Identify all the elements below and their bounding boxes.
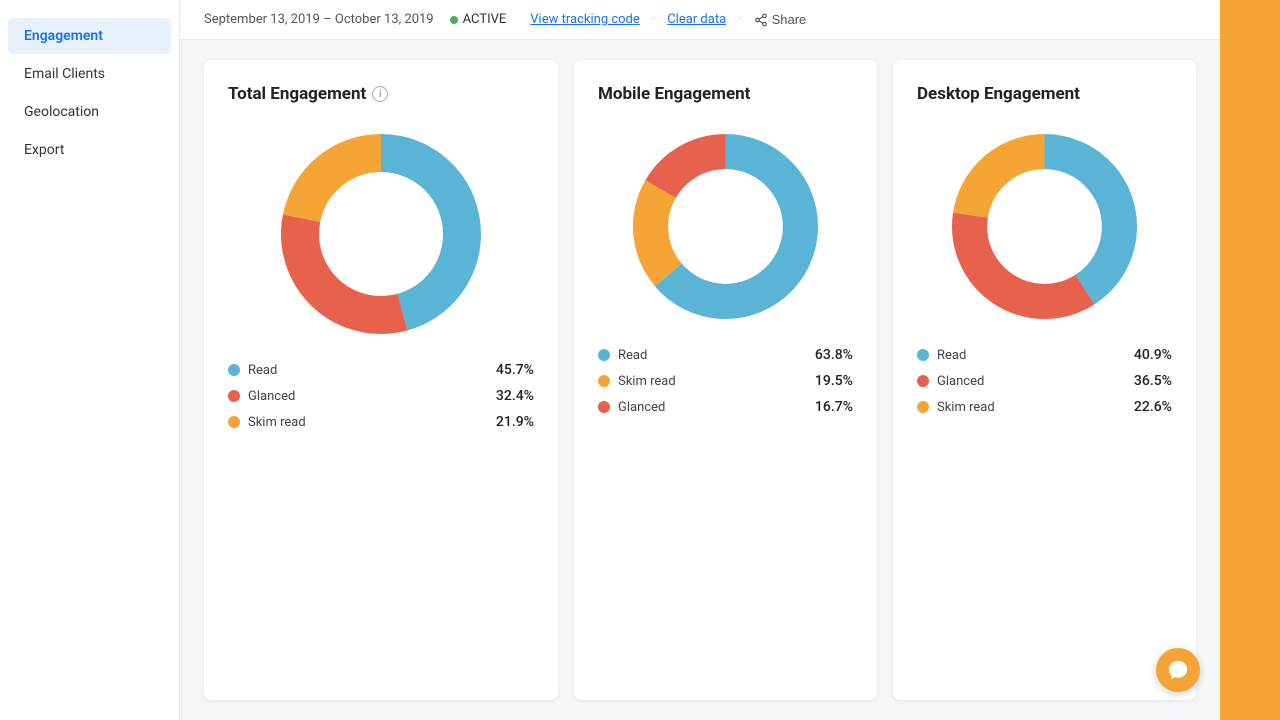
desktop-skim-dot (917, 401, 929, 413)
mobile-skim-dot (598, 375, 610, 387)
desktop-glanced-dot (917, 375, 929, 387)
mobile-legend-item-read: Read 63.8% (598, 347, 853, 363)
mobile-legend-item-glanced: Glanced 16.7% (598, 399, 853, 415)
desktop-donut-chart (952, 134, 1137, 319)
sidebar-item-engagement[interactable]: Engagement (8, 18, 171, 54)
mobile-glanced-dot (598, 401, 610, 413)
header-bar: September 13, 2019 – October 13, 2019 AC… (180, 0, 1220, 40)
date-range: September 13, 2019 – October 13, 2019 (204, 12, 434, 27)
total-engagement-title: Total Engagement i (228, 84, 388, 104)
desktop-read-dot (917, 349, 929, 361)
sidebar: Engagement Email Clients Geolocation Exp… (0, 0, 180, 720)
read-dot (228, 364, 240, 376)
info-icon[interactable]: i (372, 86, 388, 102)
total-donut-chart (281, 134, 481, 334)
view-tracking-link[interactable]: View tracking code (530, 12, 640, 27)
mobile-legend-item-skim: Skim read 19.5% (598, 373, 853, 389)
right-panel (1220, 0, 1280, 720)
desktop-legend-item-glanced: Glanced 36.5% (917, 373, 1172, 389)
mobile-legend: Read 63.8% Skim read 19.5% Glanced (598, 347, 853, 425)
sidebar-item-geolocation[interactable]: Geolocation (8, 94, 171, 130)
sidebar-item-export[interactable]: Export (8, 132, 171, 168)
header-actions: View tracking code · Clear data · Share (530, 12, 806, 27)
chat-icon (1167, 659, 1189, 681)
total-engagement-card: Total Engagement i (204, 60, 558, 700)
total-donut-svg (281, 134, 481, 334)
mobile-donut-chart (633, 134, 818, 319)
legend-item-skim: Skim read 21.9% (228, 414, 534, 430)
desktop-engagement-title: Desktop Engagement (917, 84, 1080, 104)
active-dot (450, 16, 458, 24)
total-legend: Read 45.7% Glanced 32.4% Skim read (228, 362, 534, 440)
legend-item-glanced: Glanced 32.4% (228, 388, 534, 404)
desktop-legend-item-skim: Skim read 22.6% (917, 399, 1172, 415)
share-button[interactable]: Share (754, 12, 807, 27)
desktop-legend: Read 40.9% Glanced 36.5% Skim read (917, 347, 1172, 425)
mobile-engagement-title: Mobile Engagement (598, 84, 750, 104)
chat-fab-button[interactable] (1156, 648, 1200, 692)
mobile-donut-svg (633, 134, 818, 319)
desktop-legend-item-read: Read 40.9% (917, 347, 1172, 363)
desktop-donut-svg (952, 134, 1137, 319)
mobile-read-dot (598, 349, 610, 361)
skim-dot (228, 416, 240, 428)
share-icon (754, 13, 768, 27)
clear-data-link[interactable]: Clear data (667, 12, 726, 27)
status-badge: ACTIVE (450, 12, 507, 27)
mobile-engagement-card: Mobile Engagement Rea (574, 60, 877, 700)
legend-item-read: Read 45.7% (228, 362, 534, 378)
sidebar-item-email-clients[interactable]: Email Clients (8, 56, 171, 92)
glanced-dot (228, 390, 240, 402)
main-content: September 13, 2019 – October 13, 2019 AC… (180, 0, 1220, 720)
desktop-engagement-card: Desktop Engagement Read 40.9% (893, 60, 1196, 700)
charts-area: Total Engagement i (180, 40, 1220, 720)
